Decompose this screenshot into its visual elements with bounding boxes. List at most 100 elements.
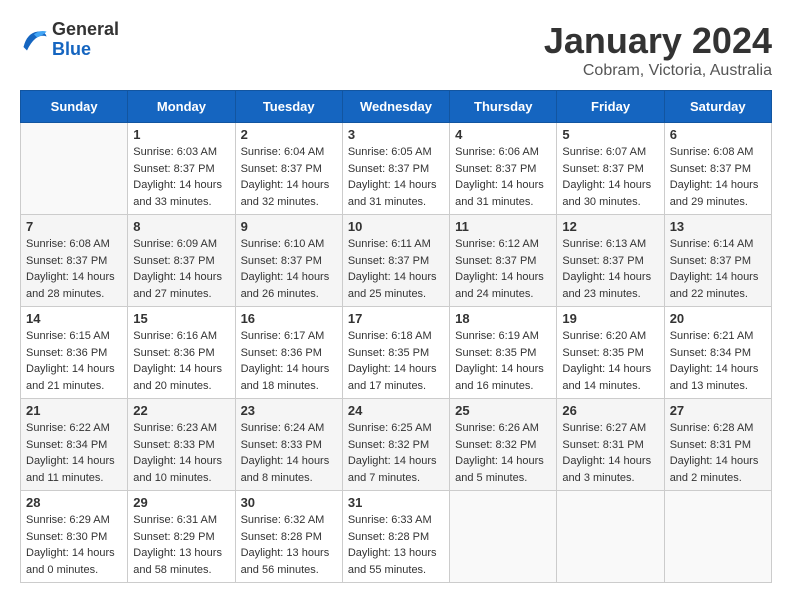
- sunrise-text: Sunrise: 6:11 AM: [348, 238, 431, 250]
- day-info: Sunrise: 6:28 AMSunset: 8:31 PMDaylight:…: [670, 420, 766, 486]
- sunrise-text: Sunrise: 6:05 AM: [348, 146, 432, 158]
- sunrise-text: Sunrise: 6:24 AM: [241, 422, 325, 434]
- day-number: 12: [562, 219, 658, 234]
- daylight-text: Daylight: 14 hours and 16 minutes.: [455, 363, 544, 392]
- daylight-text: Daylight: 14 hours and 25 minutes.: [348, 271, 437, 300]
- calendar-day-cell: 23 Sunrise: 6:24 AMSunset: 8:33 PMDayligh…: [235, 399, 342, 491]
- daylight-text: Daylight: 14 hours and 0 minutes.: [26, 547, 115, 576]
- sunrise-text: Sunrise: 6:07 AM: [562, 146, 646, 158]
- calendar-day-cell: 12Sunrise: 6:13 AMSunset: 8:37 PMDayligh…: [557, 215, 664, 307]
- title-block: January 2024 Cobram, Victoria, Australia: [544, 20, 772, 80]
- month-year-title: January 2024: [544, 20, 772, 62]
- day-info: Sunrise: 6:03 AMSunset: 8:37 PMDaylight:…: [133, 144, 229, 210]
- day-number: 18: [455, 311, 551, 326]
- calendar-day-cell: 22 Sunrise: 6:23 AMSunset: 8:33 PMDayligh…: [128, 399, 235, 491]
- calendar-week-row: 7Sunrise: 6:08 AMSunset: 8:37 PMDaylight…: [21, 215, 772, 307]
- day-info: Sunrise: 6:04 AM Sunset: 8:37 PM Daylight:…: [241, 144, 337, 210]
- daylight-text: Daylight: 14 hours and 32 minutes.: [241, 179, 330, 208]
- sunrise-text: Sunrise: 6:23 AM: [133, 422, 217, 434]
- daylight-text: Daylight: 14 hours and 11 minutes.: [26, 455, 115, 484]
- page-header: General Blue January 2024 Cobram, Victor…: [20, 20, 772, 80]
- location-subtitle: Cobram, Victoria, Australia: [544, 62, 772, 80]
- day-info: Sunrise: 6:24 AMSunset: 8:33 PMDaylight:…: [241, 420, 337, 486]
- sunrise-text: Sunrise: 6:06 AM: [455, 146, 539, 158]
- day-number: 24: [348, 403, 444, 418]
- sunset-text: Sunset: 8:34 PM: [26, 439, 107, 451]
- daylight-text: Daylight: 14 hours and 5 minutes.: [455, 455, 544, 484]
- day-number: 4: [455, 127, 551, 142]
- day-info: Sunrise: 6:23 AMSunset: 8:33 PMDaylight:…: [133, 420, 229, 486]
- sunrise-text: Sunrise: 6:20 AM: [562, 330, 646, 342]
- day-info: Sunrise: 6:14 AMSunset: 8:37 PMDaylight:…: [670, 236, 766, 302]
- sunrise-text: Sunrise: 6:21 AM: [670, 330, 754, 342]
- daylight-text: Daylight: 14 hours and 2 minutes.: [670, 455, 759, 484]
- sunset-text: Sunset: 8:37 PM: [133, 255, 214, 267]
- sunset-text: Sunset: 8:37 PM: [241, 255, 322, 267]
- sunrise-text: Sunrise: 6:04 AM: [241, 146, 325, 158]
- sunset-text: Sunset: 8:35 PM: [348, 347, 429, 359]
- sunrise-text: Sunrise: 6:27 AM: [562, 422, 646, 434]
- logo: General Blue: [20, 20, 119, 60]
- day-number: 23: [241, 403, 337, 418]
- day-number: 25: [455, 403, 551, 418]
- logo-bird-icon: [20, 26, 48, 54]
- daylight-text: Daylight: 13 hours and 55 minutes.: [348, 547, 437, 576]
- sunset-text: Sunset: 8:35 PM: [562, 347, 643, 359]
- daylight-text: Daylight: 14 hours and 28 minutes.: [26, 271, 115, 300]
- weekday-header-saturday: Saturday: [664, 91, 771, 123]
- sunset-text: Sunset: 8:34 PM: [670, 347, 751, 359]
- day-number: 6: [670, 127, 766, 142]
- daylight-text: Daylight: 14 hours and 24 minutes.: [455, 271, 544, 300]
- daylight-text: Daylight: 14 hours and 10 minutes.: [133, 455, 222, 484]
- sunrise-text: Sunrise: 6:13 AM: [562, 238, 646, 250]
- calendar-day-cell: 20Sunrise: 6:21 AMSunset: 8:34 PMDayligh…: [664, 307, 771, 399]
- day-number: 20: [670, 311, 766, 326]
- sunrise-text: Sunrise: 6:09 AM: [133, 238, 217, 250]
- day-number: 30: [241, 495, 337, 510]
- sunset-text: Sunset: 8:37 PM: [670, 255, 751, 267]
- day-number: 9: [241, 219, 337, 234]
- sunrise-text: Sunrise: 6:14 AM: [670, 238, 754, 250]
- day-info: Sunrise: 6:31 AMSunset: 8:29 PMDaylight:…: [133, 512, 229, 578]
- daylight-text: Daylight: 14 hours and 8 minutes.: [241, 455, 330, 484]
- day-number: 28: [26, 495, 122, 510]
- day-number: 14: [26, 311, 122, 326]
- daylight-text: Daylight: 14 hours and 14 minutes.: [562, 363, 651, 392]
- day-info: Sunrise: 6:15 AMSunset: 8:36 PMDaylight:…: [26, 328, 122, 394]
- day-info: Sunrise: 6:07 AMSunset: 8:37 PMDaylight:…: [562, 144, 658, 210]
- calendar-day-cell: 1Sunrise: 6:03 AMSunset: 8:37 PMDaylight…: [128, 123, 235, 215]
- calendar-day-cell: 21Sunrise: 6:22 AMSunset: 8:34 PMDayligh…: [21, 399, 128, 491]
- daylight-text: Daylight: 14 hours and 17 minutes.: [348, 363, 437, 392]
- day-info: Sunrise: 6:32 AMSunset: 8:28 PMDaylight:…: [241, 512, 337, 578]
- day-number: 13: [670, 219, 766, 234]
- sunset-text: Sunset: 8:37 PM: [241, 163, 322, 175]
- sunrise-text: Sunrise: 6:08 AM: [26, 238, 110, 250]
- sunset-text: Sunset: 8:28 PM: [241, 531, 322, 543]
- sunrise-text: Sunrise: 6:17 AM: [241, 330, 325, 342]
- day-info: Sunrise: 6:21 AMSunset: 8:34 PMDaylight:…: [670, 328, 766, 394]
- sunset-text: Sunset: 8:37 PM: [455, 163, 536, 175]
- daylight-text: Daylight: 14 hours and 31 minutes.: [348, 179, 437, 208]
- sunset-text: Sunset: 8:32 PM: [348, 439, 429, 451]
- daylight-text: Daylight: 14 hours and 18 minutes.: [241, 363, 330, 392]
- weekday-header-friday: Friday: [557, 91, 664, 123]
- calendar-day-cell: 25 Sunrise: 6:26 AMSunset: 8:32 PMDayligh…: [450, 399, 557, 491]
- sunset-text: Sunset: 8:37 PM: [26, 255, 107, 267]
- weekday-header-row: SundayMondayTuesdayWednesdayThursdayFrid…: [21, 91, 772, 123]
- sunset-text: Sunset: 8:30 PM: [26, 531, 107, 543]
- sunrise-text: Sunrise: 6:12 AM: [455, 238, 539, 250]
- calendar-day-cell: 17Sunrise: 6:18 AMSunset: 8:35 PMDayligh…: [342, 307, 449, 399]
- daylight-text: Daylight: 14 hours and 21 minutes.: [26, 363, 115, 392]
- sunset-text: Sunset: 8:31 PM: [562, 439, 643, 451]
- calendar-day-cell: 13Sunrise: 6:14 AMSunset: 8:37 PMDayligh…: [664, 215, 771, 307]
- sunrise-text: Sunrise: 6:15 AM: [26, 330, 110, 342]
- day-number: 22: [133, 403, 229, 418]
- sunrise-text: Sunrise: 6:33 AM: [348, 514, 432, 526]
- calendar-day-cell: 3Sunrise: 6:05 AMSunset: 8:37 PMDaylight…: [342, 123, 449, 215]
- day-number: 2: [241, 127, 337, 142]
- day-info: Sunrise: 6:26 AMSunset: 8:32 PMDaylight:…: [455, 420, 551, 486]
- sunrise-text: Sunrise: 6:26 AM: [455, 422, 539, 434]
- calendar-day-cell: 9Sunrise: 6:10 AMSunset: 8:37 PMDaylight…: [235, 215, 342, 307]
- day-info: Sunrise: 6:05 AMSunset: 8:37 PMDaylight:…: [348, 144, 444, 210]
- logo-text: General Blue: [52, 20, 119, 60]
